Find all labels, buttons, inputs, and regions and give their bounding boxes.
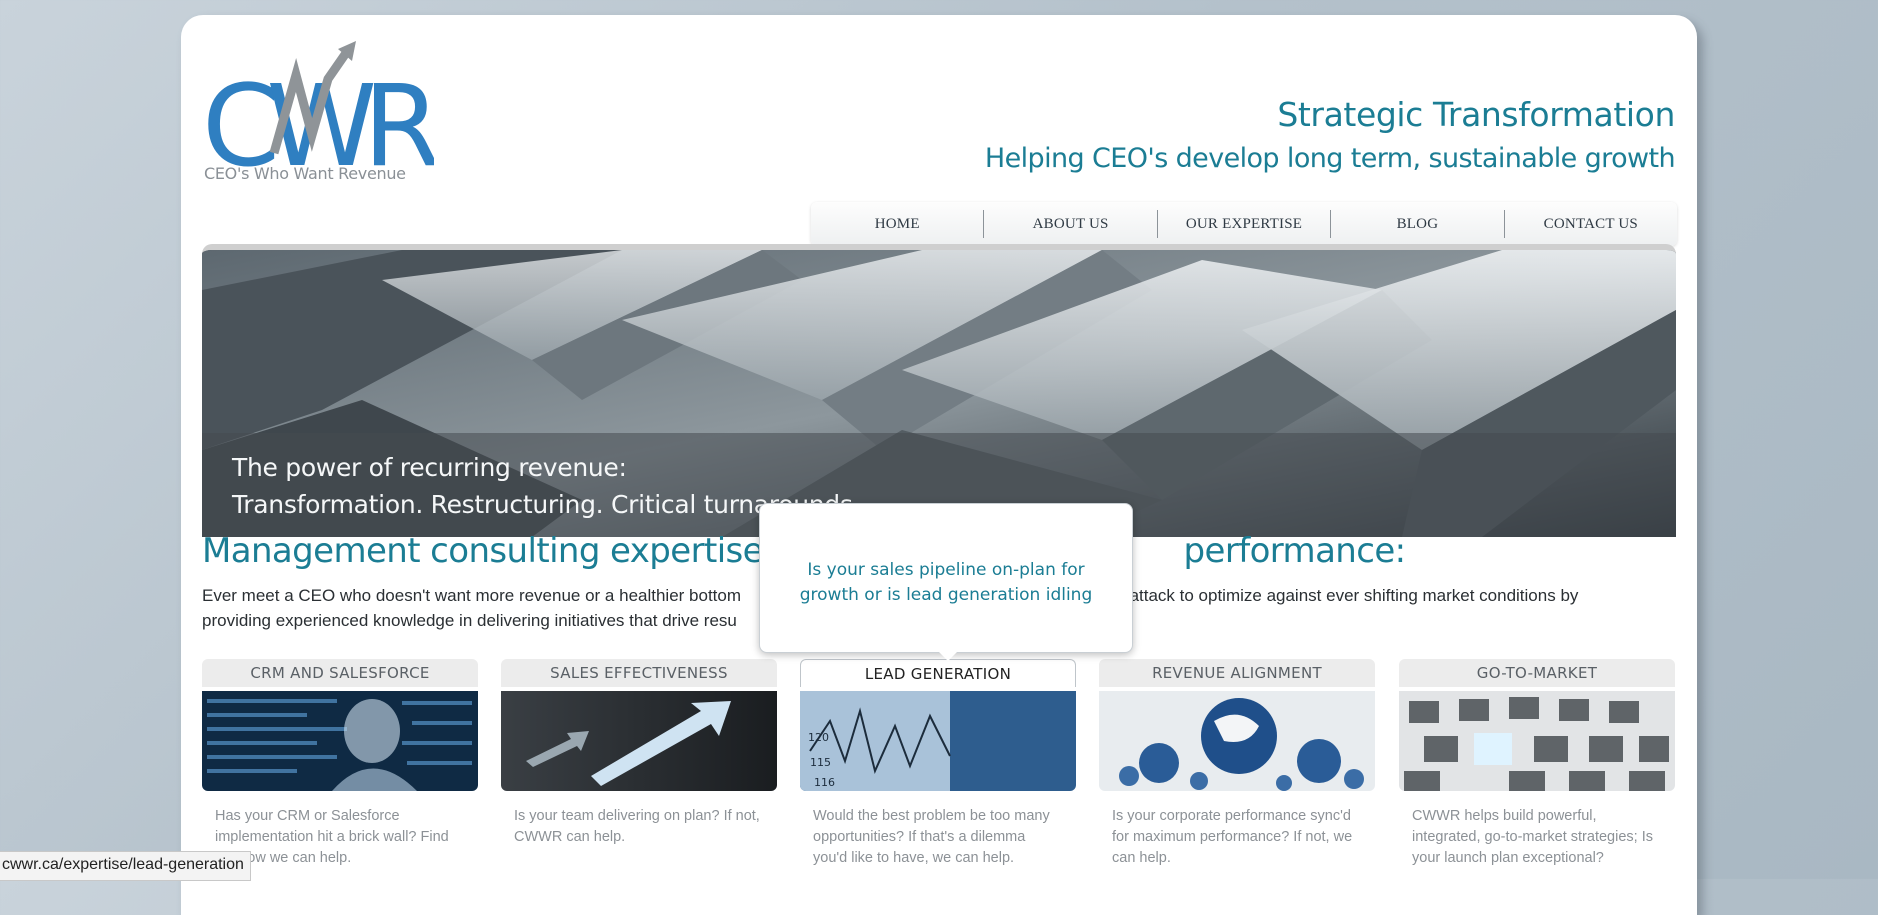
- service-tooltip: Is your sales pipeline on-plan for growt…: [759, 503, 1133, 661]
- service-revenue-alignment[interactable]: REVENUE ALIGNMENT Is your corporate perf…: [1099, 659, 1375, 869]
- banner-caption-line1: The power of recurring revenue:: [232, 453, 627, 482]
- service-image[interactable]: [501, 691, 777, 791]
- tooltip-arrow: [938, 651, 958, 661]
- service-tab[interactable]: REVENUE ALIGNMENT: [1099, 659, 1375, 687]
- tooltip-text: Is your sales pipeline on-plan for growt…: [799, 560, 1093, 605]
- svg-text:116: 116: [814, 776, 835, 789]
- svg-text:115: 115: [810, 756, 831, 769]
- intro-line1-left: Ever meet a CEO who doesn't want more re…: [202, 586, 742, 605]
- service-image[interactable]: [1399, 691, 1675, 791]
- logo-graphic: CWR: [202, 41, 452, 192]
- service-image[interactable]: [1099, 691, 1375, 791]
- logo-tagline: CEO's Who Want Revenue: [204, 164, 406, 183]
- service-description: Is your corporate performance sync'd for…: [1112, 808, 1353, 866]
- svg-text:120: 120: [808, 731, 829, 744]
- status-bar-url: cwwr.ca/expertise/lead-generation: [0, 851, 251, 881]
- service-sales-effectiveness[interactable]: SALES EFFECTIVENESS Is your team deliver…: [501, 659, 777, 848]
- nav-about-us[interactable]: ABOUT US: [983, 210, 1156, 238]
- page-card: CWR CEO's Who Want Revenue Strategic Tra…: [181, 15, 1697, 915]
- service-tab[interactable]: LEAD GENERATION: [800, 659, 1076, 687]
- nav-home[interactable]: HOME: [811, 210, 983, 238]
- service-tab[interactable]: GO-TO-MARKET: [1399, 659, 1675, 687]
- nav-our-expertise[interactable]: OUR EXPERTISE: [1156, 210, 1330, 238]
- service-image[interactable]: 120 115 116: [800, 691, 1076, 791]
- service-description: Would the best problem be too many oppor…: [813, 808, 1050, 866]
- intro-line1-right: ne of attack to optimize against ever sh…: [1087, 586, 1579, 605]
- service-tab[interactable]: CRM AND SALESFORCE: [202, 659, 478, 687]
- site-subtitle: Helping CEO's develop long term, sustain…: [984, 143, 1676, 174]
- service-description: Is your team delivering on plan? If not,…: [514, 808, 760, 845]
- service-go-to-market[interactable]: GO-TO-MARKET CWWR helps build powerful, …: [1399, 659, 1675, 869]
- main-nav: HOME ABOUT US OUR EXPERTISE BLOG CONTACT…: [811, 202, 1677, 246]
- nav-contact-us[interactable]: CONTACT US: [1503, 210, 1677, 238]
- service-crm-and-salesforce[interactable]: CRM AND SALESFORCE Has your CRM or Sales…: [202, 659, 478, 869]
- headline-right: performance:: [1183, 531, 1407, 571]
- service-description: CWWR helps build powerful, integrated, g…: [1412, 808, 1653, 866]
- nav-blog[interactable]: BLOG: [1330, 210, 1503, 238]
- site-title: Strategic Transformation: [1277, 95, 1675, 134]
- service-tab[interactable]: SALES EFFECTIVENESS: [501, 659, 777, 687]
- service-lead-generation[interactable]: LEAD GENERATION 120 115 116 Would the best…: [800, 659, 1076, 869]
- hero-banner: The power of recurring revenue: Transfor…: [202, 244, 1676, 537]
- service-image[interactable]: [202, 691, 478, 791]
